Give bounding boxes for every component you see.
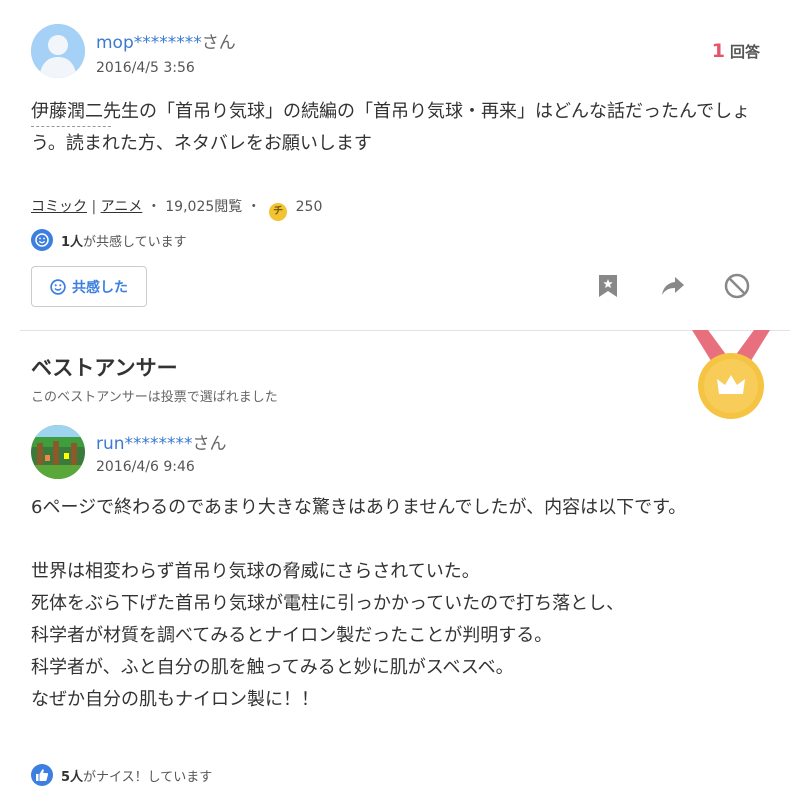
answer-date: 2016/4/6 9:46 bbox=[96, 459, 195, 475]
empathy-smile-icon bbox=[31, 229, 53, 251]
share-button[interactable] bbox=[658, 271, 688, 301]
bookmark-icon bbox=[599, 275, 617, 297]
empathy-smile-icon bbox=[50, 278, 66, 295]
nice-count-row: 5人 がナイス！しています bbox=[31, 764, 212, 786]
coin-icon: チ bbox=[269, 203, 288, 221]
empathy-count-row: 1人 が共感しています bbox=[31, 229, 187, 251]
section-divider bbox=[20, 330, 790, 331]
question-text: 伊藤潤二先生の「首吊り気球」の続編の「首吊り気球・再来」はどんな話だったんでしょ… bbox=[31, 101, 751, 154]
empathy-button[interactable]: 共感した bbox=[31, 266, 147, 307]
coin-amount: 250 bbox=[295, 199, 323, 215]
answer-count[interactable]: 1 回答 bbox=[712, 40, 760, 62]
category-link-comic[interactable]: コミック bbox=[31, 199, 87, 215]
default-avatar-icon bbox=[31, 24, 85, 78]
question-username[interactable]: mop********さん bbox=[96, 28, 236, 53]
answer-username[interactable]: run********さん bbox=[96, 429, 227, 454]
question-date: 2016/4/5 3:56 bbox=[96, 60, 195, 76]
answer-text: 6ページで終わるのであまり大きな驚きはありませんでしたが、内容は以下です。 世界… bbox=[31, 497, 687, 710]
category-link-anime[interactable]: アニメ bbox=[101, 199, 143, 215]
bookmark-button[interactable] bbox=[593, 271, 623, 301]
answer-avatar[interactable] bbox=[31, 425, 85, 479]
view-count: 19,025閲覧 bbox=[165, 199, 243, 215]
best-answer-subtitle: このベストアンサーは投票で選ばれました bbox=[31, 390, 278, 405]
medal-crown-icon bbox=[692, 330, 770, 419]
thumbs-up-icon bbox=[31, 764, 53, 786]
question-meta: コミック | アニメ ・ 19,025閲覧 ・ チ 250 bbox=[31, 196, 322, 221]
question-avatar[interactable] bbox=[31, 24, 85, 78]
user-avatar-icon bbox=[31, 425, 85, 479]
block-button[interactable] bbox=[722, 271, 752, 301]
keyword-underline bbox=[31, 126, 111, 127]
best-answer-title: ベストアンサー bbox=[31, 356, 178, 380]
block-icon bbox=[724, 273, 750, 299]
share-icon bbox=[662, 277, 684, 295]
